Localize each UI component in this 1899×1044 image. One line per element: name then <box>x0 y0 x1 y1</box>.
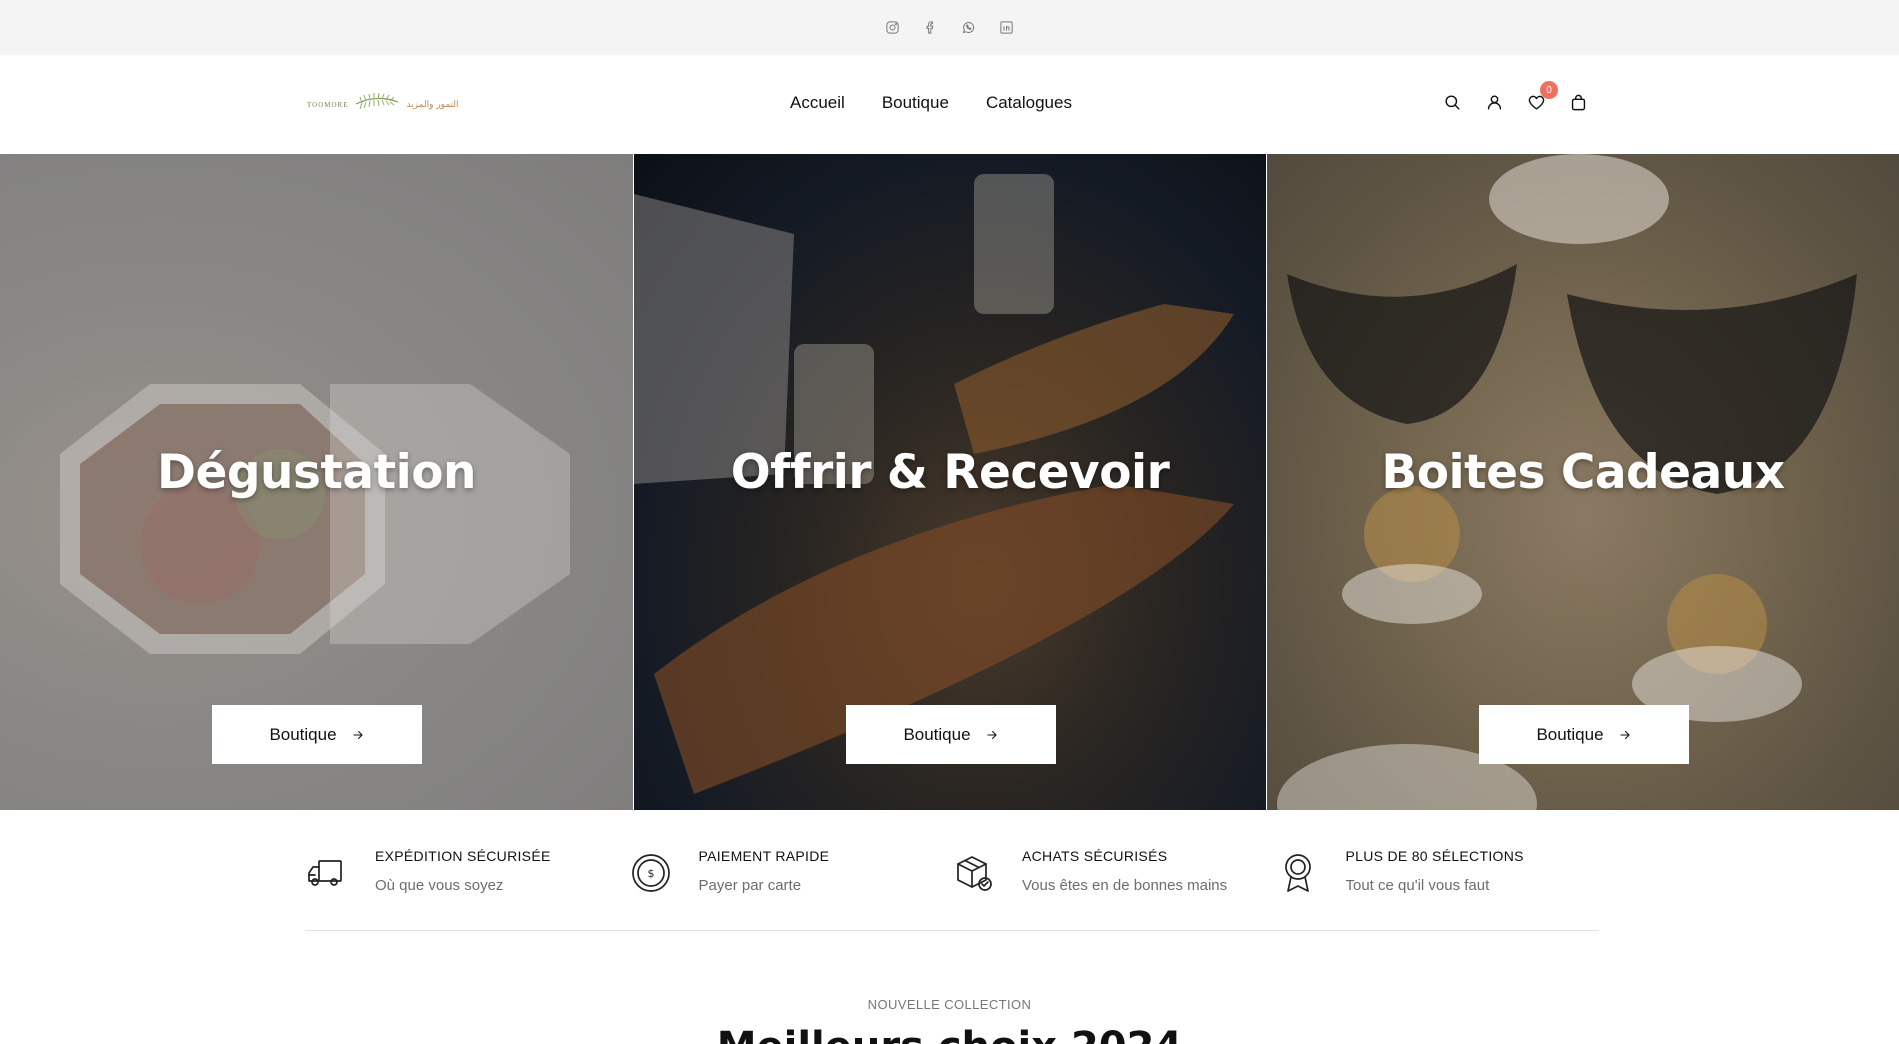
social-bar <box>0 0 1899 55</box>
button-label: Boutique <box>1536 724 1604 744</box>
feature-title: PLUS DE 80 SÉLECTIONS <box>1345 848 1524 864</box>
hero-panel-boites[interactable]: Boites Cadeaux Boutique <box>1266 154 1899 810</box>
feature-subtitle: Payer par carte <box>698 877 802 894</box>
feature-text: PLUS DE 80 SÉLECTIONS Tout ce qu'il vous… <box>1346 847 1524 894</box>
features-row: EXPÉDITION SÉCURISÉE Où que vous soyez $… <box>305 847 1599 931</box>
boutique-button[interactable]: Boutique <box>212 705 422 764</box>
boutique-button[interactable]: Boutique <box>1479 705 1689 764</box>
search-icon[interactable] <box>1441 91 1463 113</box>
boutique-button[interactable]: Boutique <box>846 705 1056 764</box>
logo-arabic-wordmark: التمور والمزيد <box>406 99 459 110</box>
header-tools: 0 <box>1441 81 1589 113</box>
feature-selections: PLUS DE 80 SÉLECTIONS Tout ce qu'il vous… <box>1276 847 1600 931</box>
account-icon[interactable] <box>1483 91 1505 113</box>
section-divider <box>305 930 1599 931</box>
facebook-icon[interactable] <box>922 19 940 37</box>
coin-icon: $ <box>629 851 673 895</box>
feature-text: EXPÉDITION SÉCURISÉE Où que vous soyez <box>375 847 551 894</box>
arrow-right-icon <box>986 730 997 739</box>
feature-subtitle: Où que vous soyez <box>375 877 504 894</box>
wishlist-icon[interactable]: 0 <box>1525 81 1558 113</box>
feature-shipping: EXPÉDITION SÉCURISÉE Où que vous soyez <box>305 847 629 931</box>
instagram-icon[interactable] <box>884 19 902 37</box>
logo-wordmark: TOOMORE <box>307 100 349 109</box>
arrow-right-icon <box>1619 730 1630 739</box>
site-header: TOOMORE التمور والمزيد Accueil Boutique … <box>0 55 1899 154</box>
hero-title: Dégustation <box>157 445 476 500</box>
button-label: Boutique <box>903 724 971 744</box>
feature-title: EXPÉDITION SÉCURISÉE <box>375 848 551 864</box>
hero-panel-degustation[interactable]: Dégustation Boutique <box>0 154 633 810</box>
button-label: Boutique <box>269 724 337 744</box>
svg-text:$: $ <box>647 867 654 880</box>
brand-logo[interactable]: TOOMORE التمور والمزيد <box>307 92 459 117</box>
feature-title: PAIEMENT RAPIDE <box>698 848 830 864</box>
feature-title: ACHATS SÉCURISÉS <box>1022 848 1168 864</box>
feature-subtitle: Tout ce qu'il vous faut <box>1345 877 1490 894</box>
feature-subtitle: Vous êtes en de bonnes mains <box>1022 877 1228 894</box>
nav-boutique[interactable]: Boutique <box>882 93 949 113</box>
linkedin-icon[interactable] <box>998 19 1016 37</box>
main-nav: Accueil Boutique Catalogues <box>790 93 1072 113</box>
feature-text: ACHATS SÉCURISÉS Vous êtes en de bonnes … <box>1022 847 1227 894</box>
hero-panel-offrir[interactable]: Offrir & Recevoir Boutique <box>633 154 1266 810</box>
truck-icon <box>305 851 349 895</box>
whatsapp-icon[interactable] <box>960 19 978 37</box>
cart-icon[interactable] <box>1567 91 1589 113</box>
collection-eyebrow: NOUVELLE COLLECTION <box>867 997 1032 1012</box>
collection-title: Meilleurs choix 2024 <box>0 1024 1899 1044</box>
feature-secure: ACHATS SÉCURISÉS Vous êtes en de bonnes … <box>952 847 1276 931</box>
palm-leaf-icon <box>354 92 400 117</box>
wishlist-count-badge: 0 <box>1540 81 1558 99</box>
hero-title: Offrir & Recevoir <box>730 445 1170 500</box>
nav-catalogues[interactable]: Catalogues <box>986 93 1072 113</box>
feature-text: PAIEMENT RAPIDE Payer par carte <box>699 847 830 894</box>
award-thumb-icon <box>1276 851 1320 895</box>
feature-payment: $ PAIEMENT RAPIDE Payer par carte <box>629 847 953 931</box>
hero-title: Boites Cadeaux <box>1381 445 1785 500</box>
nav-accueil[interactable]: Accueil <box>790 93 845 113</box>
arrow-right-icon <box>352 730 363 739</box>
package-check-icon <box>952 851 996 895</box>
hero-banners: Dégustation Boutique Offrir & Recevoir B… <box>0 154 1899 810</box>
